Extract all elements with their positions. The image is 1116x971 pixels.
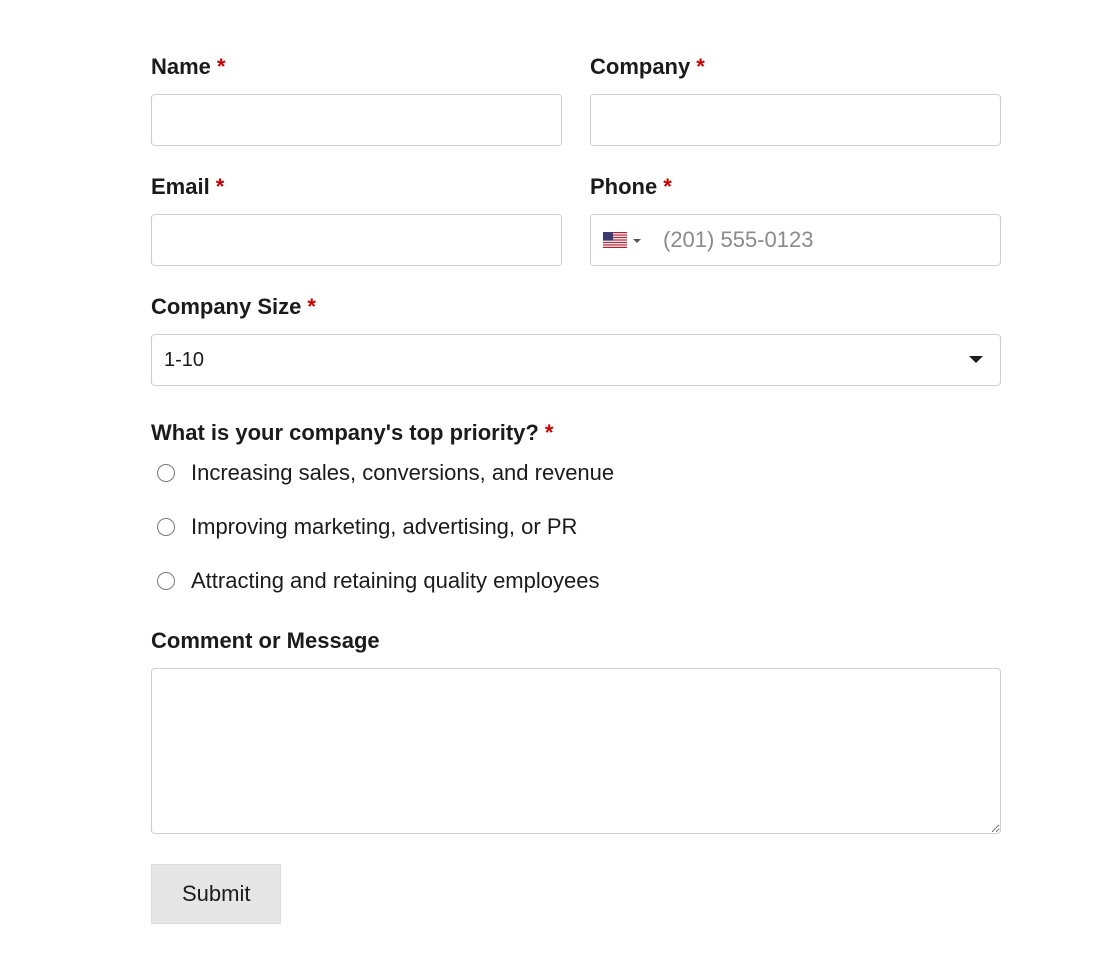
priority-radio-2[interactable] [157,572,175,590]
priority-radio-1[interactable] [157,518,175,536]
country-code-selector[interactable] [603,231,647,249]
company-size-label-text: Company Size [151,294,301,320]
required-marker: * [216,174,225,200]
priority-label-text: What is your company's top priority? [151,420,539,446]
priority-field-group: What is your company's top priority? * I… [151,420,1001,594]
email-label: Email * [151,174,562,200]
submit-button[interactable]: Submit [151,864,281,924]
name-input[interactable] [151,94,562,146]
phone-label: Phone * [590,174,1001,200]
name-label-text: Name [151,54,211,80]
contact-form: Name * Company * Email * Phone * [151,54,1001,924]
email-field-group: Email * [151,174,562,266]
priority-option-label[interactable]: Improving marketing, advertising, or PR [191,514,577,540]
comment-label-text: Comment or Message [151,628,380,654]
priority-option: Improving marketing, advertising, or PR [151,514,1001,540]
company-size-label: Company Size * [151,294,1001,320]
phone-field-group: Phone * [590,174,1001,266]
phone-input[interactable] [663,215,988,265]
required-marker: * [307,294,316,320]
company-field-group: Company * [590,54,1001,146]
phone-label-text: Phone [590,174,657,200]
company-input[interactable] [590,94,1001,146]
required-marker: * [545,420,554,446]
priority-option-label[interactable]: Increasing sales, conversions, and reven… [191,460,614,486]
priority-option: Attracting and retaining quality employe… [151,568,1001,594]
comment-textarea[interactable] [151,668,1001,834]
required-marker: * [696,54,705,80]
company-label: Company * [590,54,1001,80]
priority-radio-0[interactable] [157,464,175,482]
required-marker: * [663,174,672,200]
priority-option: Increasing sales, conversions, and reven… [151,460,1001,486]
comment-field-group: Comment or Message [151,628,1001,834]
us-flag-icon [603,232,627,248]
company-size-select[interactable]: 1-10 [151,334,1001,386]
priority-label: What is your company's top priority? * [151,420,1001,446]
company-size-field-group: Company Size * 1-10 [151,294,1001,386]
name-label: Name * [151,54,562,80]
name-field-group: Name * [151,54,562,146]
company-label-text: Company [590,54,690,80]
comment-label: Comment or Message [151,628,1001,654]
email-input[interactable] [151,214,562,266]
required-marker: * [217,54,226,80]
priority-option-label[interactable]: Attracting and retaining quality employe… [191,568,599,594]
email-label-text: Email [151,174,210,200]
phone-input-wrapper [590,214,1001,266]
chevron-down-icon [633,231,641,249]
